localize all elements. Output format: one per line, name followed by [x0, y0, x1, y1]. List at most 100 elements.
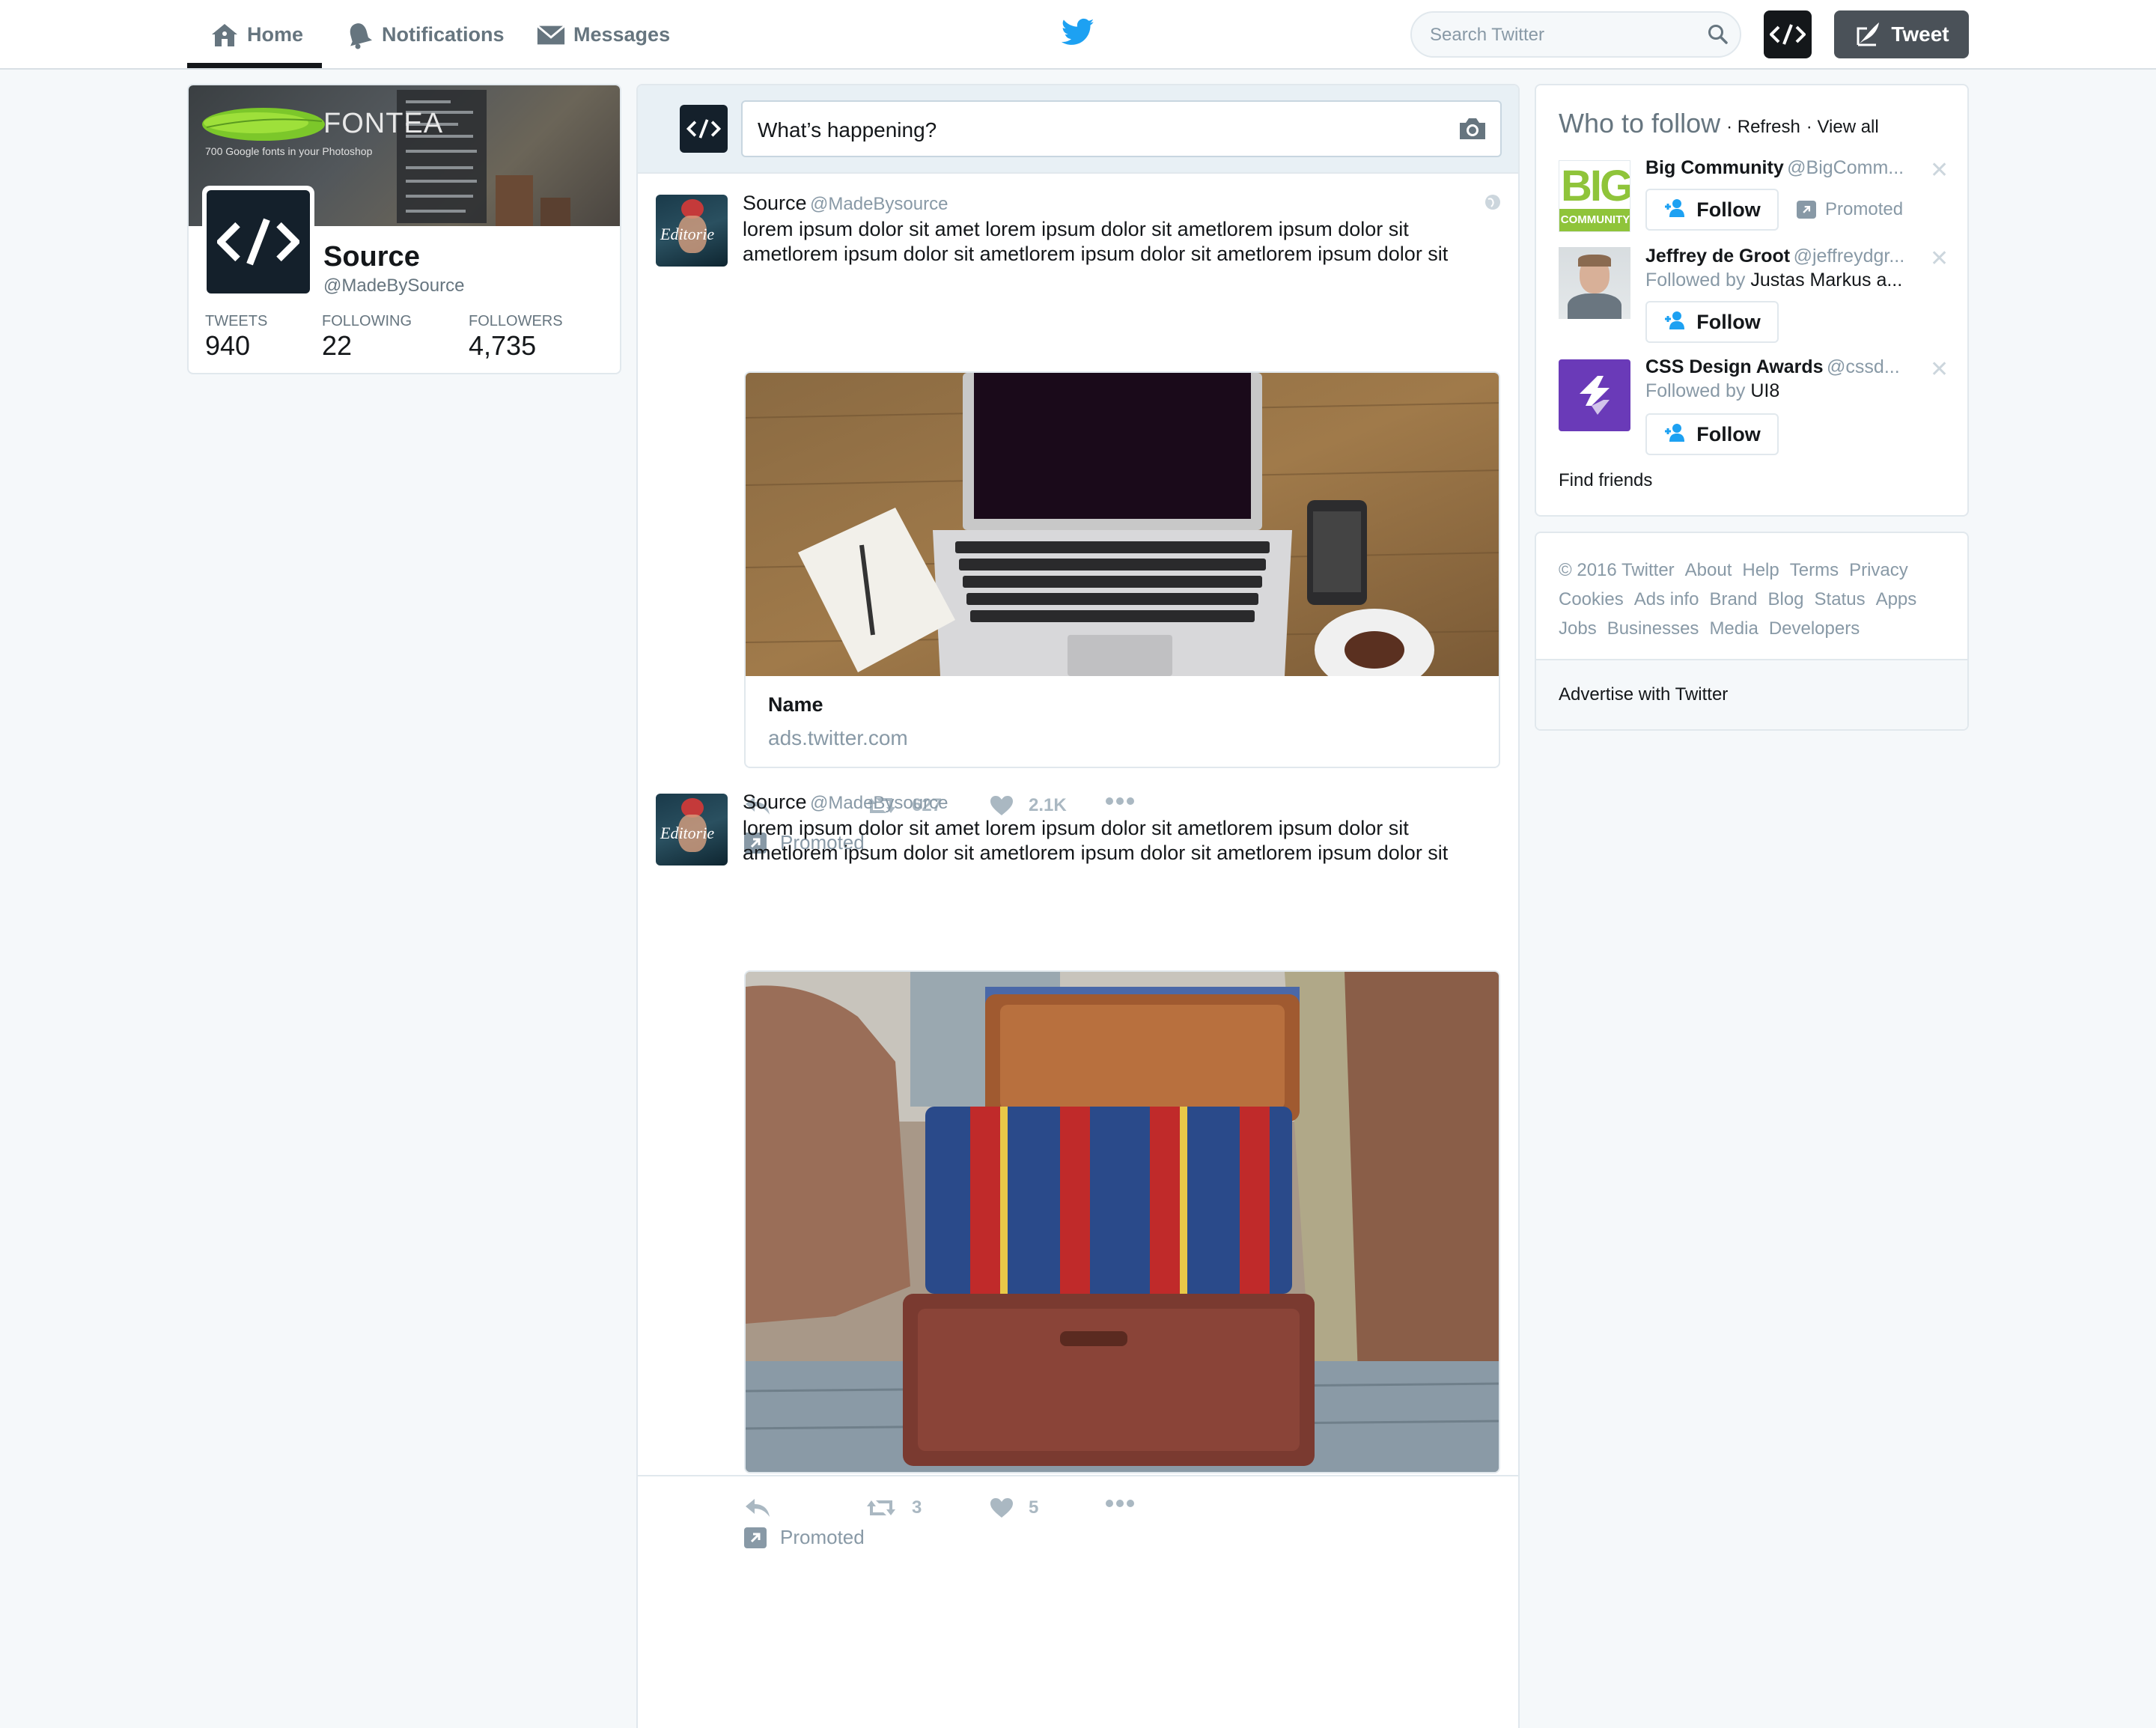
- tweet-item[interactable]: Editorie Source @MadeBysource lorem ipsu…: [638, 174, 1518, 863]
- stat-label: FOLLOWING: [322, 313, 412, 329]
- promoted-label[interactable]: Promoted: [744, 1526, 865, 1549]
- envelope-icon: [536, 20, 566, 50]
- wtf-refresh-link[interactable]: · Refresh: [1726, 117, 1800, 138]
- tweet-image-suitcases[interactable]: [744, 970, 1500, 1473]
- avatar-subtext: COMMUNITY: [1559, 209, 1630, 231]
- link-card[interactable]: Name ads.twitter.com: [744, 371, 1500, 768]
- retweet-icon: [867, 1500, 895, 1515]
- footer-link[interactable]: Brand: [1709, 589, 1757, 609]
- stat-value: 940: [205, 330, 251, 361]
- footer-link[interactable]: Apps: [1876, 589, 1917, 609]
- follow-button[interactable]: Follow: [1645, 301, 1779, 343]
- stat-following[interactable]: FOLLOWING 22: [322, 313, 412, 362]
- followed-by-name[interactable]: Justas Markus a...: [1750, 270, 1902, 290]
- tweet-author-handle[interactable]: @MadeBysource: [810, 793, 948, 813]
- tweet-item[interactable]: Editorie Source @MadeBysource lorem ipsu…: [638, 773, 1518, 1548]
- tweet-author-name[interactable]: Source: [743, 791, 807, 813]
- stat-followers[interactable]: FOLLOWERS 4,735: [469, 313, 563, 362]
- footer-link[interactable]: Cookies: [1559, 589, 1624, 609]
- suggestion-promoted: Promoted: [1797, 199, 1903, 220]
- footer-link[interactable]: About: [1685, 560, 1732, 580]
- find-friends-link[interactable]: Find friends: [1559, 470, 1652, 491]
- dismiss-icon[interactable]: ✕: [1930, 157, 1949, 183]
- follow-button[interactable]: Follow: [1645, 189, 1779, 231]
- like-button[interactable]: 5: [990, 1497, 1038, 1518]
- follow-label: Follow: [1696, 422, 1761, 445]
- footer-link[interactable]: Privacy: [1849, 560, 1908, 580]
- wtf-title: Who to follow: [1559, 108, 1721, 139]
- compose-input[interactable]: What’s happening?: [741, 100, 1502, 157]
- suggestion-avatar[interactable]: BIG COMMUNITY: [1559, 160, 1630, 232]
- add-user-icon: [1663, 198, 1687, 222]
- nav-home[interactable]: Home: [210, 0, 303, 70]
- search-input[interactable]: [1430, 22, 1699, 49]
- like-count: 5: [1029, 1497, 1039, 1518]
- retweet-button[interactable]: 3: [865, 1497, 922, 1518]
- add-user-icon: [1663, 422, 1687, 447]
- banner-tagline: 700 Google fonts in your Photoshop: [205, 145, 373, 157]
- twitter-bird-logo-icon[interactable]: [1061, 18, 1094, 50]
- dismiss-icon[interactable]: ✕: [1930, 356, 1949, 383]
- profile-avatar[interactable]: [202, 186, 314, 298]
- tweet-author-handle[interactable]: @MadeBysource: [810, 194, 948, 214]
- compose-area: What’s happening?: [638, 85, 1518, 174]
- suggestion-name[interactable]: CSS Design Awards: [1645, 356, 1824, 377]
- timeline-divider: [638, 1475, 1518, 1476]
- compose-placeholder: What’s happening?: [758, 118, 937, 142]
- suggestion-name[interactable]: Big Community: [1645, 157, 1784, 178]
- more-options-icon[interactable]: [1105, 1499, 1135, 1508]
- stat-label: TWEETS: [205, 313, 268, 329]
- footer-link[interactable]: Status: [1815, 589, 1866, 609]
- stat-label: FOLLOWERS: [469, 313, 563, 329]
- footer-link[interactable]: © 2016 Twitter: [1559, 560, 1675, 580]
- profile-handle[interactable]: @MadeBySource: [323, 276, 464, 296]
- globe-icon: [1484, 193, 1502, 215]
- footer-link[interactable]: Jobs: [1559, 618, 1597, 639]
- suggestion-header: Big Community @BigComm...: [1645, 157, 1904, 179]
- suggestion-handle[interactable]: @BigComm...: [1787, 157, 1904, 178]
- follow-button[interactable]: Follow: [1645, 413, 1779, 455]
- dismiss-icon[interactable]: ✕: [1930, 246, 1949, 272]
- followed-by-name[interactable]: UI8: [1750, 380, 1779, 401]
- add-user-icon: [1663, 310, 1687, 335]
- search-icon[interactable]: [1707, 23, 1729, 49]
- nav-notifications[interactable]: Notifications: [344, 0, 505, 70]
- user-avatar-menu[interactable]: [1764, 10, 1812, 58]
- avatar-text: BIG: [1561, 162, 1630, 210]
- suggestion-avatar[interactable]: [1559, 359, 1630, 431]
- promoted-text: Promoted: [780, 1526, 865, 1548]
- tweet-compose-button[interactable]: Tweet: [1834, 10, 1969, 58]
- nav-home-label: Home: [247, 23, 304, 46]
- stat-tweets[interactable]: TWEETS 940: [205, 313, 267, 362]
- suggestion-handle[interactable]: @cssd...: [1827, 356, 1900, 377]
- footer-link[interactable]: Ads info: [1634, 589, 1699, 609]
- nav-notifications-label: Notifications: [382, 23, 505, 46]
- footer-link[interactable]: Businesses: [1607, 618, 1699, 639]
- suggestion-handle[interactable]: @jeffreydgr...: [1794, 246, 1905, 267]
- tweet-author-avatar[interactable]: Editorie: [656, 794, 728, 865]
- home-icon: [210, 20, 240, 50]
- footer-link[interactable]: Blog: [1767, 589, 1803, 609]
- footer-link[interactable]: Developers: [1769, 618, 1860, 639]
- advertise-link[interactable]: Advertise with Twitter: [1559, 684, 1728, 705]
- tweet-author-avatar[interactable]: Editorie: [656, 195, 728, 267]
- footer-link[interactable]: Terms: [1790, 560, 1839, 580]
- timeline: What’s happening? Editorie Source @MadeB…: [636, 84, 1520, 1728]
- nav-messages[interactable]: Messages: [536, 0, 670, 70]
- reply-icon[interactable]: [744, 1497, 771, 1518]
- footer-link[interactable]: Media: [1709, 618, 1758, 639]
- camera-icon[interactable]: [1457, 115, 1488, 146]
- avatar-text: Editorie: [660, 824, 715, 842]
- code-brackets-icon: [217, 218, 299, 266]
- profile-card: FONTEA 700 Google fonts in your Photosho…: [187, 84, 621, 374]
- tweet-author-name[interactable]: Source: [743, 192, 807, 214]
- banner-brand-text: FONTEA: [323, 108, 444, 139]
- profile-name[interactable]: Source: [323, 241, 420, 273]
- suggestion-avatar[interactable]: [1559, 247, 1630, 319]
- active-tab-indicator: [187, 63, 322, 68]
- wtf-view-all-link[interactable]: · View all: [1806, 117, 1879, 138]
- stat-value: 22: [322, 330, 353, 361]
- card-url: ads.twitter.com: [768, 726, 908, 749]
- suggestion-name[interactable]: Jeffrey de Groot: [1645, 246, 1790, 267]
- footer-link[interactable]: Help: [1742, 560, 1779, 580]
